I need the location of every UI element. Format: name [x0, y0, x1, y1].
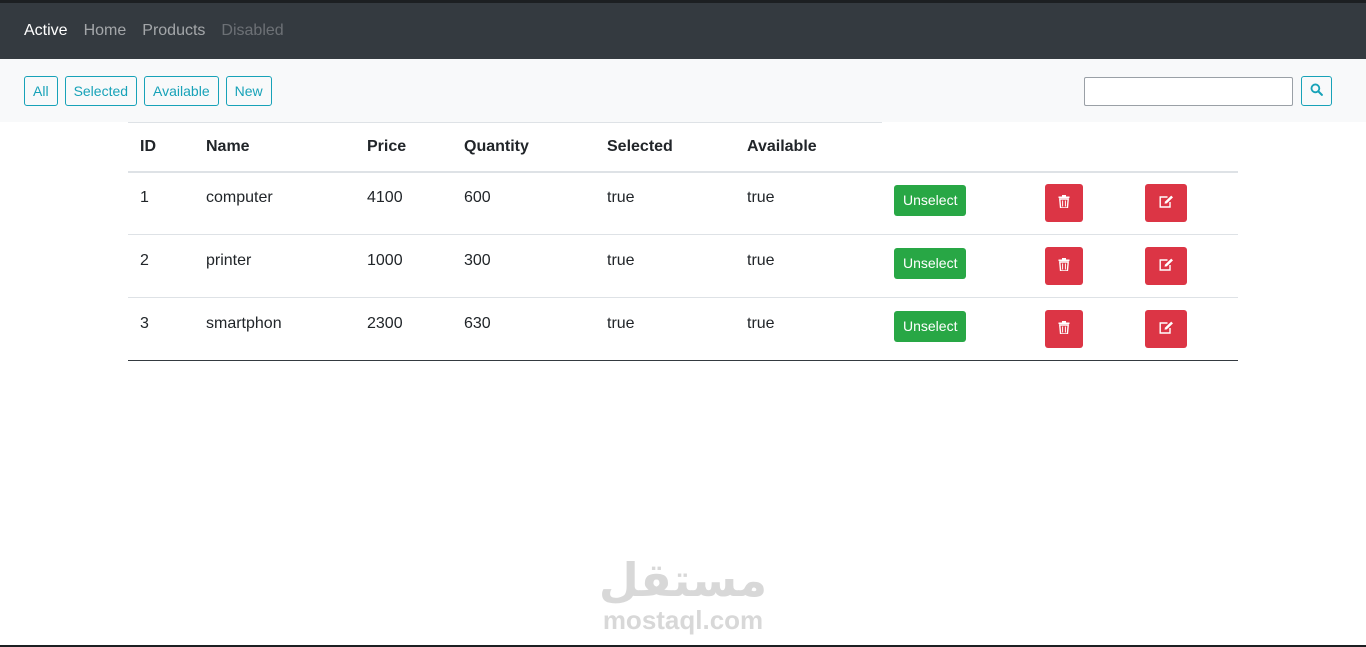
table-row: 3 smartphon 2300 630 true true Unselect [128, 297, 1238, 361]
column-header-selected: Selected [595, 122, 735, 173]
cell-id: 2 [128, 234, 194, 298]
products-table: ID Name Price Quantity Selected Availabl… [128, 122, 1238, 361]
unselect-button[interactable]: Unselect [894, 310, 967, 342]
cell-toggle: Unselect [882, 234, 1033, 298]
cell-selected: true [595, 234, 735, 298]
mostaql-watermark: مستقل mostaql.com [0, 555, 1366, 635]
column-header-available: Available [735, 122, 882, 173]
cell-edit [1133, 297, 1238, 361]
cell-quantity: 300 [452, 234, 595, 298]
nav-link-home[interactable]: Home [84, 22, 127, 40]
column-header-toggle [882, 122, 1033, 173]
column-header-edit [1133, 122, 1238, 173]
delete-button[interactable] [1045, 184, 1083, 223]
cell-price: 2300 [355, 297, 452, 361]
nav-link-disabled: Disabled [221, 22, 284, 39]
filter-selected-button[interactable]: Selected [64, 75, 138, 106]
cell-edit [1133, 171, 1238, 235]
cell-name: computer [194, 171, 355, 235]
search-input[interactable] [1084, 76, 1293, 106]
column-header-name: Name [194, 122, 355, 173]
column-header-quantity: Quantity [452, 122, 595, 173]
products-table-container: ID Name Price Quantity Selected Availabl… [128, 122, 1238, 361]
table-row: 1 computer 4100 600 true true Unselect [128, 171, 1238, 235]
cell-available: true [735, 297, 882, 361]
unselect-button[interactable]: Unselect [894, 247, 967, 279]
unselect-button[interactable]: Unselect [894, 184, 967, 216]
column-header-id: ID [128, 122, 194, 173]
edit-button[interactable] [1145, 247, 1187, 285]
cell-id: 3 [128, 297, 194, 361]
cell-quantity: 600 [452, 171, 595, 235]
column-header-price: Price [355, 122, 452, 173]
search-icon [1310, 83, 1323, 99]
trash-icon [1058, 195, 1070, 211]
trash-icon [1058, 321, 1070, 337]
nav-link-active[interactable]: Active [24, 22, 68, 40]
filter-all-button[interactable]: All [24, 75, 58, 106]
table-row: 2 printer 1000 300 true true Unselect [128, 234, 1238, 298]
cell-delete [1033, 234, 1133, 298]
cell-selected: true [595, 297, 735, 361]
watermark-text: mostaql.com [602, 605, 764, 635]
cell-available: true [735, 234, 882, 298]
cell-name: printer [194, 234, 355, 298]
new-product-button[interactable]: New [225, 75, 272, 106]
cell-delete [1033, 171, 1133, 235]
nav-link-products[interactable]: Products [142, 22, 205, 40]
cell-price: 4100 [355, 171, 452, 235]
filter-toolbar: All Selected Available New [0, 59, 1366, 122]
edit-icon [1159, 258, 1174, 274]
column-header-delete [1033, 122, 1133, 173]
cell-id: 1 [128, 171, 194, 235]
search-button[interactable] [1301, 76, 1332, 106]
watermark-logo-glyph: مستقل [598, 553, 768, 607]
edit-button[interactable] [1145, 184, 1187, 223]
cell-toggle: Unselect [882, 297, 1033, 361]
cell-toggle: Unselect [882, 171, 1033, 235]
edit-button[interactable] [1145, 310, 1187, 348]
cell-available: true [735, 171, 882, 235]
cell-selected: true [595, 171, 735, 235]
table-header-row: ID Name Price Quantity Selected Availabl… [128, 122, 1238, 173]
edit-icon [1159, 321, 1174, 337]
cell-quantity: 630 [452, 297, 595, 361]
cell-name: smartphon [194, 297, 355, 361]
trash-icon [1058, 258, 1070, 274]
search-form [1084, 76, 1332, 106]
filter-available-button[interactable]: Available [144, 75, 219, 106]
top-navbar: Active Home Products Disabled [0, 3, 1366, 59]
cell-price: 1000 [355, 234, 452, 298]
cell-edit [1133, 234, 1238, 298]
cell-delete [1033, 297, 1133, 361]
delete-button[interactable] [1045, 310, 1083, 348]
delete-button[interactable] [1045, 247, 1083, 285]
edit-icon [1159, 195, 1174, 211]
